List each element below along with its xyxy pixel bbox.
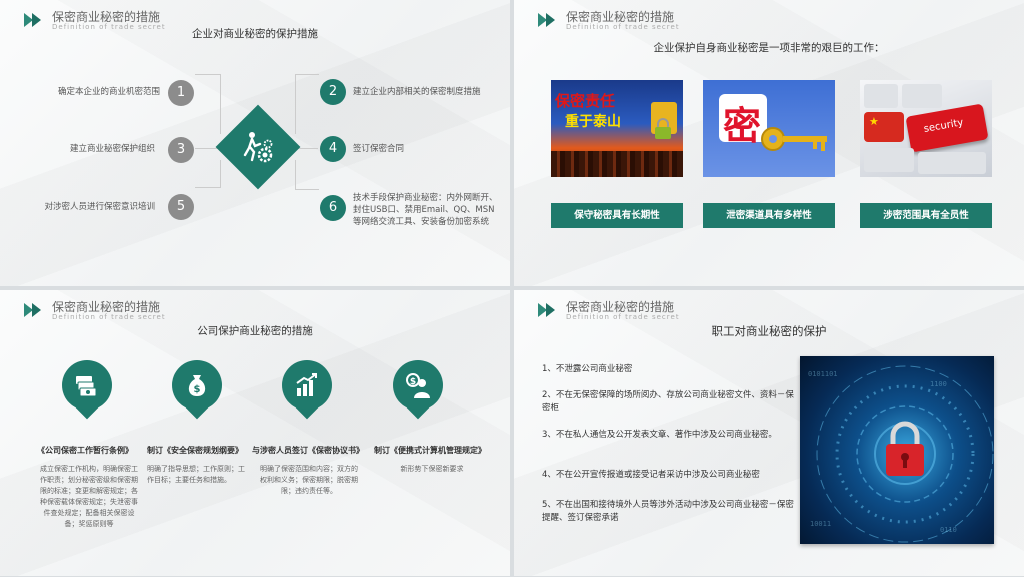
number-badge-4: 4 — [320, 136, 346, 162]
connector-line — [195, 74, 221, 134]
svg-text:$: $ — [194, 384, 201, 395]
rule-item-3: 3、不在私人通信及公开发表文章、著作中涉及公司商业秘密。 — [542, 430, 777, 440]
chevron-icon — [538, 13, 564, 27]
svg-text:$: $ — [410, 377, 416, 387]
column-body-3: 明确了保密范围和内容；双方的权利和义务；保密期限；脱密期限；违约责任等。 — [260, 465, 358, 495]
digital-lock-image: 0101101 1100 10011 0110 — [800, 356, 994, 544]
slide-title: 企业对商业秘密的保护措施 — [192, 28, 318, 40]
connector-line — [195, 160, 221, 188]
security-key: security — [905, 103, 989, 153]
svg-text:10011: 10011 — [810, 520, 831, 528]
slide-4[interactable]: 保密商业秘密的措施 Definition of trade secret 职工对… — [514, 290, 1024, 576]
column-title-3: 与涉密人员签订《保密协议书》 — [252, 446, 364, 455]
rule-item-2: 2、不在无保密保障的场所阅办、存放公司商业秘密文件、资料－保密柜 — [542, 390, 794, 413]
header-subtitle: Definition of trade secret — [566, 23, 680, 31]
rule-item-5: 5、不在出国和接待境外人员等涉外活动中涉及公司商业秘密－保密提醒、签订保密承诺 — [542, 500, 794, 523]
measure-label-5: 对涉密人员进行保密意识培训 — [44, 202, 155, 212]
secret-glyph: 密 — [723, 103, 762, 148]
column-title-1: 《公司保密工作暂行条例》 — [37, 446, 133, 455]
svg-text:0110: 0110 — [940, 526, 957, 534]
rule-item-1: 1、不泄露公司商业秘密 — [542, 364, 633, 374]
chevron-icon — [24, 303, 50, 317]
measure-label-2: 建立企业内部相关的保密制度措施 — [353, 87, 481, 97]
secret-responsibility-image: 保密责任 重于泰山 — [551, 80, 683, 177]
number-badge-2: 2 — [320, 79, 346, 105]
slide-2[interactable]: 保密商业秘密的措施 Definition of trade secret 企业保… — [514, 0, 1024, 286]
connector-line — [295, 74, 319, 134]
slide-grid: 保密商业秘密的措施 Definition of trade secret 企业对… — [0, 0, 1024, 577]
money-bag-icon: $ — [172, 360, 222, 422]
caption-line-2: 重于泰山 — [565, 114, 621, 130]
header-subtitle: Definition of trade secret — [52, 313, 166, 321]
business-person-icon: $ — [393, 360, 443, 422]
keyboard-key — [902, 84, 942, 108]
column-title-2: 制订《安全保密规划纲要》 — [147, 446, 243, 455]
person-gears-icon — [243, 132, 273, 163]
city-skyline — [551, 151, 683, 177]
rule-item-4: 4、不在公开宣传报道或接受记者采访中涉及公司商业秘密 — [542, 470, 760, 480]
column-body-4: 新形势下保密新要求 — [400, 465, 464, 473]
slide-title: 职工对商业秘密的保护 — [711, 324, 827, 338]
measure-label-6: 技术手段保护商业秘密：内外网断开、封住USB口、禁用Email、QQ、MSN等网… — [353, 193, 498, 227]
keyboard-key — [864, 84, 898, 108]
money-stack-icon — [62, 360, 112, 422]
key-secret-image: 密 — [703, 80, 835, 177]
security-keyboard-image: ★ security — [860, 80, 992, 177]
growth-chart-icon — [282, 360, 332, 422]
connector-line — [295, 160, 319, 190]
slide-3[interactable]: 保密商业秘密的措施 Definition of trade secret 公司保… — [0, 290, 510, 576]
measure-label-1: 确定本企业的商业机密范围 — [57, 87, 160, 97]
feature-button-3[interactable]: 涉密范围具有全员性 — [860, 203, 992, 228]
svg-text:0101101: 0101101 — [808, 370, 838, 378]
caption-line-1: 保密责任 — [555, 92, 616, 110]
column-title-4: 制订《便携式计算机管理规定》 — [374, 446, 486, 455]
measure-label-3: 建立商业秘密保护组织 — [69, 144, 155, 154]
keyboard-key — [864, 148, 914, 172]
number-badge-1: 1 — [168, 80, 194, 106]
number-badge-5: 5 — [168, 194, 194, 220]
feature-button-1[interactable]: 保守秘密具有长期性 — [551, 203, 683, 228]
security-key-label: security — [922, 117, 965, 135]
chevron-icon — [538, 303, 564, 317]
china-flag-key: ★ — [864, 112, 904, 142]
column-body-1: 成立保密工作机构，明确保密工作职责；划分秘密密级和保密期限的标准；变更和解密规定… — [40, 465, 138, 528]
measure-label-4: 签订保密合同 — [353, 144, 405, 154]
column-body-2: 明确了指导思想；工作原则；工作目标；主要任务和措施。 — [147, 465, 245, 484]
chevron-icon — [24, 13, 50, 27]
slide-title: 企业保护自身商业秘密是一项非常的艰巨的工作： — [653, 42, 885, 54]
feature-button-2[interactable]: 泄密渠道具有多样性 — [703, 203, 835, 228]
padlock-icon — [655, 118, 671, 139]
number-badge-6: 6 — [320, 195, 346, 221]
gold-key-icon — [761, 127, 827, 151]
slide-1[interactable]: 保密商业秘密的措施 Definition of trade secret 企业对… — [0, 0, 510, 286]
svg-text:1100: 1100 — [930, 380, 947, 388]
keyboard-key — [918, 152, 986, 174]
header-subtitle: Definition of trade secret — [566, 313, 680, 321]
slide-title: 公司保护商业秘密的措施 — [197, 325, 313, 337]
number-badge-3: 3 — [168, 137, 194, 163]
